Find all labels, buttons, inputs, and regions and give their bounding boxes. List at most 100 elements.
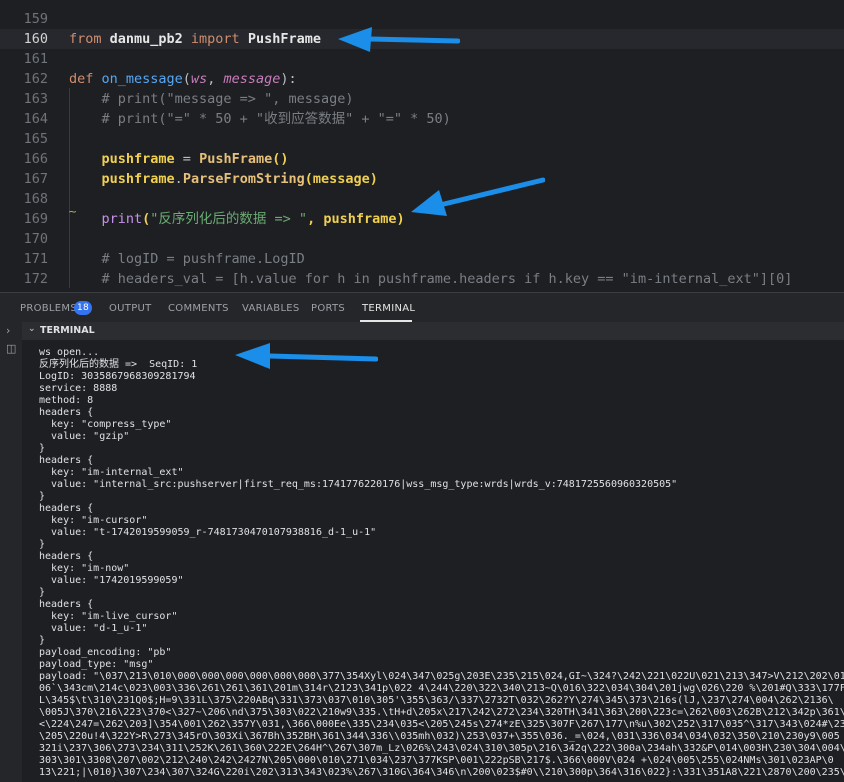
terminal-line: 06`\343cm\214c\023\003\336\261\261\361\2… bbox=[39, 683, 844, 694]
annotation-arrow-terminal bbox=[235, 343, 378, 369]
code-line[interactable]: 163 # print("message => ", message) bbox=[0, 89, 844, 109]
panel-tab-bar: PROBLEMS 18 OUTPUT COMMENTS VARIABLES PO… bbox=[0, 292, 844, 323]
terminal-section-header[interactable]: ⌄ TERMINAL bbox=[22, 322, 844, 340]
line-number: 164 bbox=[23, 111, 48, 127]
tab-terminal[interactable]: TERMINAL bbox=[362, 303, 415, 314]
chevron-down-icon[interactable]: ⌄ bbox=[28, 324, 36, 334]
code-text: # headers_val = [h.value for h in pushfr… bbox=[69, 269, 793, 289]
terminal-line: } bbox=[39, 635, 46, 646]
code-token: PushFrame bbox=[199, 151, 273, 167]
terminal-line: } bbox=[39, 587, 46, 598]
tab-comments[interactable]: COMMENTS bbox=[168, 303, 229, 314]
code-text: from danmu_pb2 import PushFrame bbox=[69, 29, 321, 49]
panel-side-toolbar: › ◫ bbox=[0, 322, 22, 782]
terminal-line: value: "d-1_u-1" bbox=[39, 623, 148, 634]
tab-problems[interactable]: PROBLEMS bbox=[20, 303, 77, 314]
tab-output[interactable]: OUTPUT bbox=[109, 303, 152, 314]
terminal-line: 303\301\3308\207\002\212\240\242\2427N\2… bbox=[39, 755, 834, 766]
terminal-line: value: "gzip" bbox=[39, 431, 130, 442]
terminal-line: key: "im-live_cursor" bbox=[39, 611, 178, 622]
terminal-line: } bbox=[39, 539, 46, 550]
code-token: ( bbox=[182, 71, 191, 87]
terminal-line: value: "internal_src:pushserver|first_re… bbox=[39, 479, 678, 490]
line-number: 165 bbox=[23, 131, 48, 147]
terminal-line: headers { bbox=[39, 407, 94, 418]
code-token: from bbox=[69, 31, 102, 47]
code-line[interactable]: 172 # headers_val = [h.value for h in pu… bbox=[0, 269, 844, 289]
code-token: , pushframe) bbox=[307, 211, 405, 227]
code-line[interactable]: 170 bbox=[0, 229, 844, 249]
terminal-line: payload_type: "msg" bbox=[39, 659, 154, 670]
code-token: = bbox=[174, 151, 200, 167]
code-token: on_message bbox=[101, 71, 183, 87]
line-number: 169 bbox=[23, 211, 48, 227]
code-text: # logID = pushframe.LogID bbox=[69, 249, 305, 269]
terminal-line: key: "im-now" bbox=[39, 563, 130, 574]
tab-ports[interactable]: PORTS bbox=[311, 303, 345, 314]
terminal-line: headers { bbox=[39, 599, 94, 610]
code-token: # headers_val = [h.value for h in pushfr… bbox=[69, 271, 793, 287]
code-text: def on_message(ws, message): bbox=[69, 69, 297, 89]
terminal-line: L\345$\t\310\231Q0$;H=9\331L\375\220ABq\… bbox=[39, 695, 834, 706]
line-number: 163 bbox=[23, 91, 48, 107]
change-marker-icon: ~ bbox=[68, 205, 78, 218]
line-number: 168 bbox=[23, 191, 48, 207]
code-line[interactable]: 171 # logID = pushframe.LogID bbox=[0, 249, 844, 269]
problems-count-badge: 18 bbox=[74, 301, 92, 315]
terminal-section-title: TERMINAL bbox=[40, 325, 95, 336]
annotation-arrow-print bbox=[411, 177, 545, 216]
code-text: pushframe.ParseFromString(message) bbox=[69, 169, 378, 189]
line-number: 172 bbox=[23, 271, 48, 287]
terminal-line: headers { bbox=[39, 551, 94, 562]
terminal-line: 13\221;|\010}\307\234\307\324G\220i\202\… bbox=[39, 767, 844, 778]
terminal-line: payload: "\037\213\010\000\000\000\000\0… bbox=[39, 671, 844, 682]
terminal-line: } bbox=[39, 443, 46, 454]
code-token: # print("message => ", message) bbox=[69, 91, 354, 107]
line-number: 171 bbox=[23, 251, 48, 267]
terminal-line: service: 8888 bbox=[39, 383, 118, 394]
terminal-output[interactable]: ws open... 反序列化后的数据 => SeqID: 1 LogID: 303… bbox=[22, 340, 844, 782]
code-token: ParseFromString bbox=[182, 171, 305, 187]
terminal-line: 321i\237\306\273\234\311\252K\261\360\22… bbox=[39, 743, 844, 754]
code-text: # print("=" * 50 + "收到应答数据" + "=" * 50) bbox=[69, 109, 451, 129]
code-text: pushframe = PushFrame() bbox=[69, 149, 289, 169]
terminal-line: 反序列化后的数据 => SeqID: 1 bbox=[39, 359, 198, 370]
chevron-right-icon[interactable]: › bbox=[6, 324, 10, 337]
code-line[interactable]: 166 pushframe = PushFrame() bbox=[0, 149, 844, 169]
code-line[interactable]: 162 def on_message(ws, message): bbox=[0, 69, 844, 89]
terminal-line: value: "1742019599059" bbox=[39, 575, 184, 586]
code-token: (message) bbox=[304, 171, 378, 187]
code-token: , bbox=[207, 71, 224, 87]
line-number: 166 bbox=[23, 151, 48, 167]
terminal-line: \205\220u!4\322Y>R\273\345rO\303Xi\367Bh… bbox=[39, 731, 840, 742]
code-token: # logID = pushframe.LogID bbox=[69, 251, 305, 267]
tab-variables[interactable]: VARIABLES bbox=[242, 303, 300, 314]
code-token: ws bbox=[190, 71, 208, 87]
code-text: # print("message => ", message) bbox=[69, 89, 354, 109]
terminal-line: <\224\247=\262\203]\354\001\262\357Y\031… bbox=[39, 719, 844, 730]
line-number: 170 bbox=[23, 231, 48, 247]
terminal-line: key: "im-internal_ext" bbox=[39, 467, 184, 478]
code-token: danmu_pb2 bbox=[101, 31, 191, 47]
terminal-line: key: "compress_type" bbox=[39, 419, 172, 430]
terminal-line: method: 8 bbox=[39, 395, 94, 406]
terminal-line: value: "t-1742019599059_r-74817304701079… bbox=[39, 527, 377, 538]
code-line[interactable]: 165 bbox=[0, 129, 844, 149]
line-number: 167 bbox=[23, 171, 48, 187]
terminal-line: headers { bbox=[39, 455, 94, 466]
terminal-line: } bbox=[39, 491, 46, 502]
code-text: print("反序列化后的数据 => ", pushframe) bbox=[69, 209, 405, 229]
terminal-line: payload_encoding: "pb" bbox=[39, 647, 172, 658]
code-token: ): bbox=[280, 71, 297, 87]
line-number: 159 bbox=[23, 11, 48, 27]
terminal-line: \005J\370\216\223\370<\327~\206\nd\375\3… bbox=[39, 707, 844, 718]
code-line[interactable]: 164 # print("=" * 50 + "收到应答数据" + "=" * … bbox=[0, 109, 844, 129]
code-token: PushFrame bbox=[239, 31, 321, 47]
code-token: . bbox=[174, 171, 183, 187]
line-number: 162 bbox=[23, 71, 48, 87]
terminal-line: LogID: 3035867968309281794 bbox=[39, 371, 196, 382]
terminal-line: ws open... bbox=[39, 347, 100, 358]
code-token: pushframe bbox=[69, 171, 175, 187]
terminal-list-icon[interactable]: ◫ bbox=[6, 342, 16, 355]
line-number: 160 bbox=[23, 31, 48, 47]
